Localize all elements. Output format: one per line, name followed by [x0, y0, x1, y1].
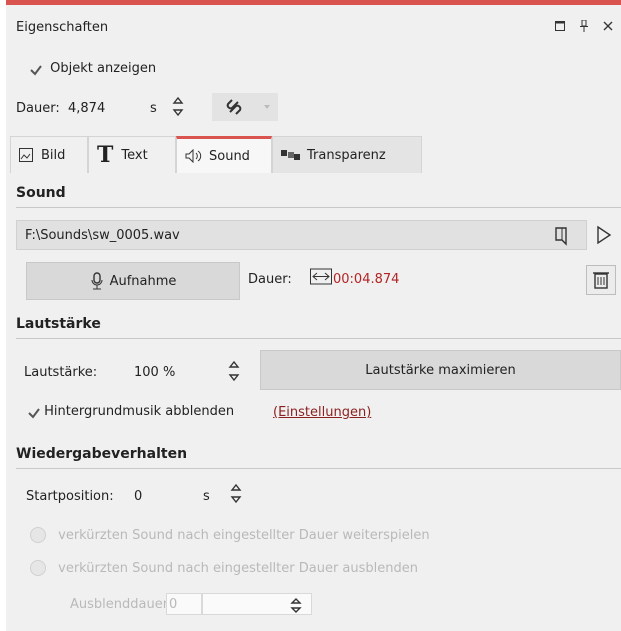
- volume-header: Lautstärke: [16, 316, 101, 332]
- fade-duration-value: 0: [169, 597, 178, 612]
- delete-button[interactable]: [586, 265, 616, 295]
- continue-radio-label: verkürzten Sound nach eingestellter Daue…: [58, 527, 430, 543]
- show-object-row[interactable]: Objekt anzeigen: [28, 61, 156, 76]
- fadeout-radio-label: verkürzten Sound nach eingestellter Daue…: [58, 560, 418, 576]
- continue-radio[interactable]: [30, 527, 46, 543]
- sound-file-field[interactable]: F:\Sounds\sw_0005.wav: [16, 220, 587, 250]
- divider: [16, 468, 621, 469]
- fade-duration-spinner[interactable]: [203, 594, 313, 616]
- record-label: Aufnahme: [109, 273, 177, 289]
- fade-bg-checkbox[interactable]: [26, 405, 40, 419]
- properties-panel: Eigenschaften Objekt anzeigen Dauer: 4,8…: [6, 0, 621, 631]
- text-icon: T: [97, 142, 114, 168]
- start-position-unit: s: [203, 489, 210, 504]
- fade-bg-label: Hintergrundmusik abblenden: [44, 404, 235, 419]
- image-icon: [19, 148, 33, 162]
- tab-transparenz[interactable]: Transparenz: [272, 136, 422, 173]
- playback-header: Wiedergabeverhalten: [16, 446, 188, 462]
- sound-header: Sound: [16, 185, 66, 201]
- fade-duration-field[interactable]: 0: [166, 593, 202, 615]
- speaker-icon: [185, 149, 202, 163]
- pin-icon[interactable]: [579, 19, 589, 36]
- link-dropdown[interactable]: [212, 93, 278, 121]
- sound-duration-value: 00:04.874: [333, 272, 400, 287]
- record-button[interactable]: Aufnahme: [26, 262, 240, 300]
- microphone-icon: [91, 272, 103, 290]
- divider: [16, 338, 621, 339]
- fade-duration-spinbox[interactable]: [202, 593, 312, 615]
- sound-duration-label: Dauer:: [248, 272, 292, 287]
- window-controls: [555, 19, 613, 36]
- title-bar: Eigenschaften: [6, 5, 621, 45]
- tab-transparenz-label: Transparenz: [307, 147, 386, 163]
- maximize-volume-button[interactable]: Lautstärke maximieren: [260, 350, 621, 390]
- close-icon[interactable]: [603, 20, 613, 36]
- fit-width-icon[interactable]: [310, 268, 332, 290]
- show-object-label: Objekt anzeigen: [50, 61, 157, 76]
- maximize-icon[interactable]: [555, 20, 565, 36]
- tab-text[interactable]: T Text: [88, 136, 176, 173]
- duration-value[interactable]: 4,874: [68, 101, 105, 116]
- volume-spinner[interactable]: [228, 358, 240, 388]
- transparency-icon: [281, 150, 300, 160]
- fade-bg-row[interactable]: Hintergrundmusik abblenden: [26, 404, 234, 419]
- maximize-volume-label: Lautstärke maximieren: [365, 362, 516, 378]
- start-position-spinner[interactable]: [230, 482, 242, 510]
- tab-bild-label: Bild: [41, 147, 66, 163]
- volume-value[interactable]: 100 %: [134, 365, 175, 380]
- tab-text-label: Text: [121, 147, 148, 163]
- divider: [16, 207, 621, 208]
- settings-link[interactable]: (Einstellungen): [273, 405, 371, 420]
- play-icon[interactable]: [596, 225, 612, 249]
- sound-file-path: F:\Sounds\sw_0005.wav: [25, 228, 180, 243]
- start-position-label: Startposition:: [26, 489, 114, 504]
- tab-sound-label: Sound: [209, 148, 250, 164]
- tab-bild[interactable]: Bild: [10, 136, 88, 173]
- continue-radio-row[interactable]: verkürzten Sound nach eingestellter Daue…: [30, 527, 430, 543]
- duration-unit: s: [150, 101, 157, 116]
- volume-label: Lautstärke:: [24, 365, 98, 380]
- start-position-value[interactable]: 0: [134, 489, 142, 504]
- fade-duration-label: Ausblenddauer:: [70, 597, 173, 612]
- duration-label: Dauer:: [16, 101, 60, 116]
- fadeout-radio[interactable]: [30, 560, 46, 576]
- trash-icon: [593, 272, 609, 289]
- show-object-checkbox[interactable]: [28, 62, 42, 76]
- duration-spinner[interactable]: [172, 95, 184, 123]
- fadeout-radio-row[interactable]: verkürzten Sound nach eingestellter Daue…: [30, 560, 418, 576]
- chain-link-icon: [226, 99, 270, 115]
- tab-sound[interactable]: Sound: [176, 136, 272, 173]
- panel-title: Eigenschaften: [16, 20, 109, 35]
- browse-file-icon[interactable]: [554, 226, 570, 250]
